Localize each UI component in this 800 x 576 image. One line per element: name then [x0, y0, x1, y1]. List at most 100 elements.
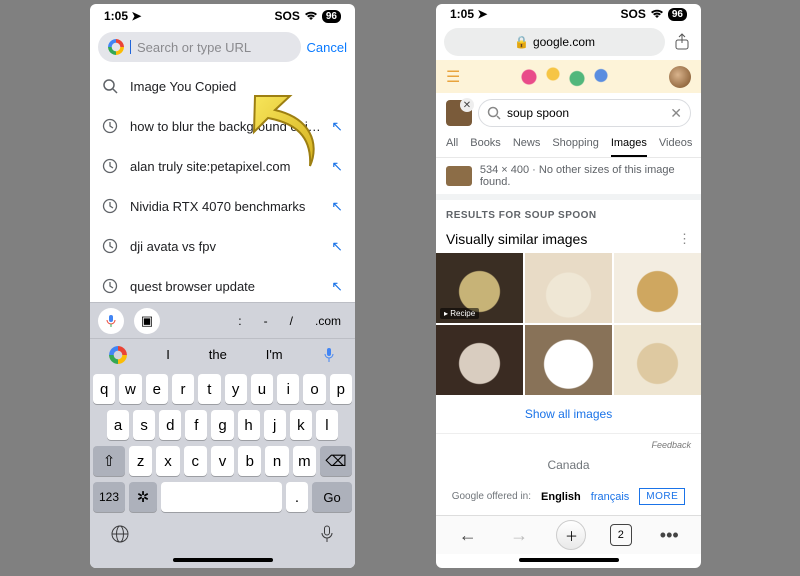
image-result[interactable]	[614, 325, 701, 395]
lang-francais[interactable]: français	[591, 491, 630, 503]
key-f[interactable]: f	[185, 410, 207, 440]
key-123[interactable]: 123	[93, 482, 125, 512]
gboard-logo-icon[interactable]	[109, 346, 127, 364]
key-c[interactable]: c	[184, 446, 207, 476]
home-indicator[interactable]	[519, 558, 619, 562]
key-d[interactable]: d	[159, 410, 181, 440]
key-r[interactable]: r	[172, 374, 194, 404]
key-i[interactable]: i	[277, 374, 299, 404]
key-backspace[interactable]: ⌫	[320, 446, 352, 476]
kb-suggestion-1[interactable]: the	[209, 347, 227, 362]
lock-icon: 🔒	[514, 35, 529, 49]
qr-scan-chip[interactable]: ▣	[134, 308, 160, 334]
tab-shopping[interactable]: Shopping	[552, 137, 599, 157]
kbtoken-dash[interactable]: -	[258, 314, 274, 328]
address-bar[interactable]: 🔒 google.com	[444, 28, 665, 56]
kbtoken-colon[interactable]: :	[232, 314, 247, 328]
tab-switcher-button[interactable]: 2	[610, 524, 632, 546]
key-shift[interactable]: ⇧	[93, 446, 125, 476]
keyboard-accessory-row: ▣ : - / .com	[90, 302, 355, 338]
insert-arrow-icon[interactable]: ↖	[331, 158, 343, 175]
key-z[interactable]: z	[129, 446, 152, 476]
tab-all[interactable]: All	[446, 137, 458, 157]
image-result[interactable]	[525, 325, 612, 395]
insert-arrow-icon[interactable]: ↖	[331, 118, 343, 135]
key-g[interactable]: g	[211, 410, 233, 440]
key-o[interactable]: o	[303, 374, 325, 404]
lang-more-button[interactable]: MORE	[639, 488, 685, 505]
key-m[interactable]: m	[293, 446, 316, 476]
key-k[interactable]: k	[290, 410, 312, 440]
key-space[interactable]	[161, 482, 282, 512]
key-go[interactable]: Go	[312, 482, 352, 512]
share-button[interactable]	[671, 31, 693, 53]
key-j[interactable]: j	[264, 410, 286, 440]
back-button[interactable]: ←	[454, 525, 482, 546]
tab-videos[interactable]: Videos	[659, 137, 692, 157]
overflow-menu-icon[interactable]: ⋮	[678, 231, 691, 247]
suggestion-item[interactable]: dji avata vs fpv↖	[90, 226, 355, 266]
account-avatar[interactable]	[669, 66, 691, 88]
kbtoken-slash[interactable]: /	[284, 314, 299, 328]
key-s[interactable]: s	[133, 410, 155, 440]
suggestion-item[interactable]: quest browser update↖	[90, 266, 355, 302]
tab-images[interactable]: Images	[611, 137, 647, 157]
key-e[interactable]: e	[146, 374, 168, 404]
clear-input-icon[interactable]: ✕	[670, 105, 682, 122]
menu-button[interactable]: •••	[655, 525, 683, 546]
search-box[interactable]: ✕	[478, 99, 691, 127]
key-p[interactable]: p	[330, 374, 352, 404]
key-b[interactable]: b	[238, 446, 261, 476]
key-t[interactable]: t	[198, 374, 220, 404]
suggestion-item[interactable]: how to blur the background of iphone↖	[90, 106, 355, 146]
suggestion-item[interactable]: Image You Copied	[90, 66, 355, 106]
key-n[interactable]: n	[265, 446, 288, 476]
location-arrow-icon: ➤	[131, 9, 141, 23]
key-v[interactable]: v	[211, 446, 234, 476]
image-result[interactable]	[436, 253, 523, 323]
image-result[interactable]	[436, 325, 523, 395]
lens-chip-close-icon[interactable]: ✕	[460, 98, 474, 112]
lang-english[interactable]: English	[541, 491, 581, 503]
forward-button[interactable]: →	[505, 525, 533, 546]
lens-image-chip[interactable]: ✕	[446, 100, 472, 126]
key-q[interactable]: q	[93, 374, 115, 404]
tab-books[interactable]: Books	[470, 137, 501, 157]
home-indicator[interactable]	[173, 558, 273, 562]
source-image-thumb[interactable]	[446, 166, 472, 186]
key-h[interactable]: h	[238, 410, 260, 440]
suggestion-item[interactable]: alan truly site:petapixel.com↖	[90, 146, 355, 186]
show-all-images-link[interactable]: Show all images	[436, 395, 701, 433]
image-result[interactable]	[614, 253, 701, 323]
key-u[interactable]: u	[251, 374, 273, 404]
google-doodle[interactable]	[505, 62, 625, 92]
insert-arrow-icon[interactable]: ↖	[331, 278, 343, 295]
key-settings[interactable]: ✲	[129, 482, 157, 512]
insert-arrow-icon[interactable]: ↖	[331, 198, 343, 215]
kbtoken-dotcom[interactable]: .com	[309, 314, 347, 328]
new-tab-button[interactable]: ＋	[556, 520, 586, 550]
feedback-link[interactable]: Feedback	[436, 433, 701, 454]
location-arrow-icon: ➤	[477, 7, 487, 21]
tab-news[interactable]: News	[513, 137, 541, 157]
image-result[interactable]	[525, 253, 612, 323]
key-l[interactable]: l	[316, 410, 338, 440]
offered-in-label: Google offered in:	[452, 491, 531, 502]
cancel-button[interactable]: Cancel	[307, 40, 347, 55]
search-input[interactable]	[507, 106, 664, 120]
key-period[interactable]: .	[286, 482, 308, 512]
kb-suggestion-2[interactable]: I'm	[266, 347, 283, 362]
insert-arrow-icon[interactable]: ↖	[331, 238, 343, 255]
voice-search-chip[interactable]	[98, 308, 124, 334]
key-a[interactable]: a	[107, 410, 129, 440]
suggestion-item[interactable]: Nividia RTX 4070 benchmarks↖	[90, 186, 355, 226]
omnibox[interactable]: Search or type URL	[98, 32, 301, 62]
key-y[interactable]: y	[225, 374, 247, 404]
key-x[interactable]: x	[156, 446, 179, 476]
hamburger-menu-icon[interactable]: ☰	[446, 67, 460, 87]
keyboard-mic-icon[interactable]	[322, 347, 336, 363]
globe-icon[interactable]	[110, 524, 130, 544]
key-w[interactable]: w	[119, 374, 141, 404]
kb-suggestion-0[interactable]: I	[166, 347, 170, 362]
dictation-mic-icon[interactable]	[319, 524, 335, 544]
